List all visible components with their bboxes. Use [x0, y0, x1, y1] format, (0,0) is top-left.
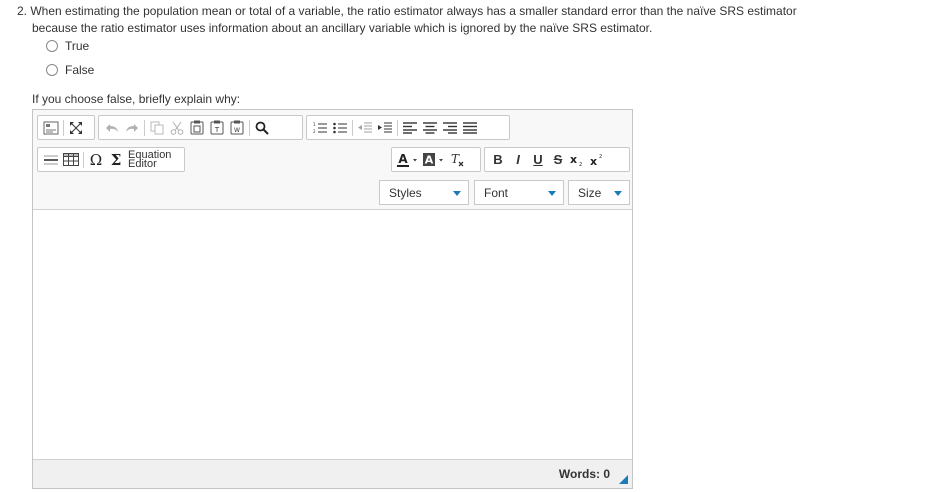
svg-text:T: T [214, 126, 220, 134]
svg-text:T: T [451, 153, 460, 166]
numbered-list-icon[interactable]: 12 [310, 118, 330, 138]
size-chevron-down-icon [614, 191, 622, 196]
equation-editor-button[interactable]: Equation Editor [128, 149, 171, 170]
equation-label-line2: Editor [128, 157, 157, 170]
strikethrough-button[interactable]: S [548, 150, 568, 170]
font-dropdown[interactable]: Font [474, 180, 564, 205]
rich-text-editor: T W 12 Ω Σ Equation Editor A A T B I U S… [32, 109, 633, 489]
toolbar-group-paragraph: 12 [306, 115, 510, 140]
editor-status-bar: Words: 0 [33, 459, 632, 488]
source-icon[interactable] [41, 118, 61, 138]
paste-icon[interactable] [187, 118, 207, 138]
toolbar-group-basic-styles: B I U S x2 x2 [484, 147, 630, 172]
omega-icon[interactable]: Ω [86, 150, 106, 170]
option-true-label: True [65, 39, 90, 53]
outdent-icon[interactable] [355, 118, 375, 138]
editor-toolbar: T W 12 Ω Σ Equation Editor A A T B I U S… [33, 110, 632, 210]
size-dropdown-label: Size [578, 185, 602, 200]
svg-text:2: 2 [313, 129, 316, 134]
align-right-icon[interactable] [440, 118, 460, 138]
sigma-icon[interactable]: Σ [106, 150, 126, 170]
background-color-icon[interactable]: A [421, 150, 447, 170]
size-dropdown[interactable]: Size [568, 180, 630, 205]
editor-content-area[interactable] [33, 210, 632, 461]
radio-true[interactable] [46, 40, 58, 52]
text-color-icon[interactable]: A [395, 150, 421, 170]
option-true[interactable]: True [46, 39, 89, 53]
question-line-1: 2. When estimating the population mean o… [17, 4, 797, 18]
toolbar-group-document [37, 115, 95, 140]
justify-icon[interactable] [460, 118, 480, 138]
svg-text:2: 2 [579, 162, 582, 167]
svg-text:2: 2 [599, 154, 602, 160]
paste-text-icon[interactable]: T [207, 118, 227, 138]
align-center-icon[interactable] [420, 118, 440, 138]
resize-handle-icon[interactable] [619, 475, 628, 484]
word-count: Words: 0 [558, 467, 610, 481]
undo-icon[interactable] [102, 118, 122, 138]
explain-prompt: If you choose false, briefly explain why… [32, 92, 241, 106]
cut-icon[interactable] [167, 118, 187, 138]
svg-text:x: x [570, 153, 577, 166]
styles-chevron-down-icon [453, 191, 461, 196]
svg-text:A: A [398, 153, 408, 166]
align-left-icon[interactable] [400, 118, 420, 138]
underline-button[interactable]: U [528, 150, 548, 170]
svg-text:x: x [590, 155, 597, 167]
option-false[interactable]: False [46, 63, 94, 77]
remove-format-icon[interactable]: T [447, 150, 467, 170]
font-chevron-down-icon [548, 191, 556, 196]
maximize-icon[interactable] [66, 118, 86, 138]
subscript-icon[interactable]: x2 [568, 150, 588, 170]
superscript-icon[interactable]: x2 [588, 150, 608, 170]
svg-text:W: W [234, 127, 240, 134]
font-dropdown-label: Font [484, 185, 509, 200]
toolbar-group-insert: Ω Σ Equation Editor [37, 147, 185, 172]
bulleted-list-icon[interactable] [330, 118, 350, 138]
question-line-2: because the ratio estimator uses informa… [32, 21, 653, 35]
bold-button[interactable]: B [488, 150, 508, 170]
italic-button[interactable]: I [508, 150, 528, 170]
copy-icon[interactable] [147, 118, 167, 138]
radio-false[interactable] [46, 64, 58, 76]
indent-icon[interactable] [375, 118, 395, 138]
toolbar-group-colors: A A T [391, 147, 481, 172]
redo-icon[interactable] [122, 118, 142, 138]
svg-text:1: 1 [313, 122, 316, 127]
toolbar-group-clipboard: T W [98, 115, 303, 140]
svg-text:A: A [425, 153, 434, 166]
styles-dropdown-label: Styles [389, 185, 422, 200]
find-icon[interactable] [252, 118, 272, 138]
styles-dropdown[interactable]: Styles [379, 180, 469, 205]
horizontal-rule-icon[interactable] [41, 150, 61, 170]
paste-word-icon[interactable]: W [227, 118, 247, 138]
option-false-label: False [65, 63, 95, 77]
table-icon[interactable] [61, 150, 81, 170]
question-text: 2. When estimating the population mean o… [17, 3, 817, 37]
